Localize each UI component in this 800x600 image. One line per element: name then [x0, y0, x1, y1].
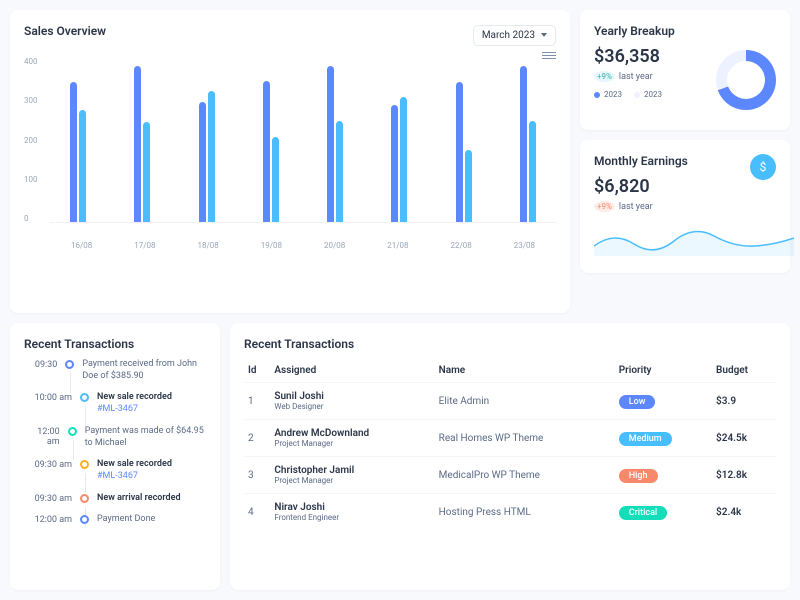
bar: [70, 82, 77, 222]
bar-group: [374, 61, 426, 222]
dollar-icon: $: [750, 154, 776, 180]
bar: [134, 66, 141, 222]
bar-group: [181, 61, 233, 222]
monthly-sparkline: [594, 226, 794, 256]
timeline-dot: [68, 427, 77, 436]
sales-bar-chart: 4003002001000: [24, 61, 556, 241]
timeline-text: Payment was made of $64.95 to Michael: [85, 426, 206, 449]
bar: [327, 66, 334, 222]
yearly-title: Yearly Breakup: [594, 24, 776, 38]
yearly-donut-chart: [716, 50, 776, 110]
timeline-time: 12:00 am: [24, 514, 72, 526]
timeline-dot: [80, 393, 89, 402]
bar-group: [52, 61, 104, 222]
hamburger-icon[interactable]: [542, 52, 556, 59]
bar: [336, 121, 343, 222]
table-title: Recent Transactions: [244, 337, 776, 351]
bar: [465, 150, 472, 222]
priority-badge: Critical: [619, 506, 668, 520]
table-row: 1Sunil JoshiWeb DesignerElite AdminLow$3…: [244, 383, 776, 420]
chevron-down-icon: [541, 33, 547, 37]
table-row: 3Christopher JamilProject ManagerMedical…: [244, 457, 776, 494]
timeline-time: 09:30 am: [24, 459, 72, 482]
timeline-item: 10:00 am New sale recorded#ML-3467: [24, 392, 206, 415]
timeline-dot: [80, 460, 89, 469]
bar: [391, 105, 398, 222]
th-priority: Priority: [615, 359, 712, 383]
timeline-dot: [65, 360, 74, 369]
timeline-link[interactable]: #ML-3467: [97, 471, 138, 481]
bar: [143, 122, 150, 222]
timeline-text: New sale recorded#ML-3467: [97, 392, 172, 415]
yearly-breakup-card: Yearly Breakup $36,358 +9% last year 202…: [580, 10, 790, 130]
bar: [456, 82, 463, 222]
timeline-text: Payment received from John Doe of $385.9…: [82, 359, 206, 382]
transactions-title: Recent Transactions: [24, 337, 206, 351]
bar-group: [116, 61, 168, 222]
table-row: 4Nirav JoshiFrontend EngineerHosting Pre…: [244, 494, 776, 531]
th-assigned: Assigned: [270, 359, 434, 383]
timeline-time: 09:30: [24, 359, 57, 382]
sales-overview-card: Sales Overview March 2023 4003002001000 …: [10, 10, 570, 313]
sales-title: Sales Overview: [24, 24, 106, 38]
priority-badge: Low: [619, 395, 656, 409]
timeline-dot: [80, 515, 89, 524]
timeline-item: 12:00 am Payment Done: [24, 514, 206, 526]
monthly-delta: +9% last year: [594, 201, 776, 212]
timeline-dot: [80, 494, 89, 503]
recent-transactions-timeline-card: Recent Transactions 09:30 Payment receive…: [10, 323, 220, 590]
bar: [208, 91, 215, 222]
timeline-time: 10:00 am: [24, 392, 72, 415]
bar: [520, 66, 527, 222]
recent-transactions-table-card: Recent Transactions Id Assigned Name Pri…: [230, 323, 790, 590]
bar: [400, 97, 407, 222]
timeline-item: 09:30 am New arrival recorded: [24, 493, 206, 505]
timeline-text: Payment Done: [97, 514, 155, 526]
bar: [272, 137, 279, 222]
timeline-text: New sale recorded#ML-3467: [97, 459, 172, 482]
bar: [199, 102, 206, 222]
th-budget: Budget: [712, 359, 776, 383]
period-select[interactable]: March 2023: [473, 25, 556, 46]
bar: [263, 81, 270, 222]
bar-group: [438, 61, 490, 222]
monthly-title: Monthly Earnings: [594, 154, 776, 168]
timeline-time: 09:30 am: [24, 493, 72, 505]
monthly-value: $6,820: [594, 176, 776, 197]
monthly-earnings-card: Monthly Earnings $ $6,820 +9% last year: [580, 140, 790, 273]
period-value: March 2023: [482, 30, 535, 41]
transactions-table: Id Assigned Name Priority Budget 1Sunil …: [244, 359, 776, 530]
priority-badge: High: [619, 469, 658, 483]
bar: [79, 110, 86, 222]
bar-group: [502, 61, 554, 222]
timeline-link[interactable]: #ML-3467: [97, 404, 138, 414]
bar-group: [309, 61, 361, 222]
timeline-text: New arrival recorded: [97, 493, 181, 505]
timeline-item: 12:00 am Payment was made of $64.95 to Mi…: [24, 426, 206, 449]
timeline-item: 09:30 am New sale recorded#ML-3467: [24, 459, 206, 482]
bar-group: [245, 61, 297, 222]
table-row: 2Andrew McDownlandProject ManagerReal Ho…: [244, 420, 776, 457]
bar: [529, 121, 536, 222]
th-name: Name: [435, 359, 615, 383]
timeline-time: 12:00 am: [24, 426, 60, 449]
timeline-item: 09:30 Payment received from John Doe of $…: [24, 359, 206, 382]
priority-badge: Medium: [619, 432, 672, 446]
th-id: Id: [244, 359, 270, 383]
